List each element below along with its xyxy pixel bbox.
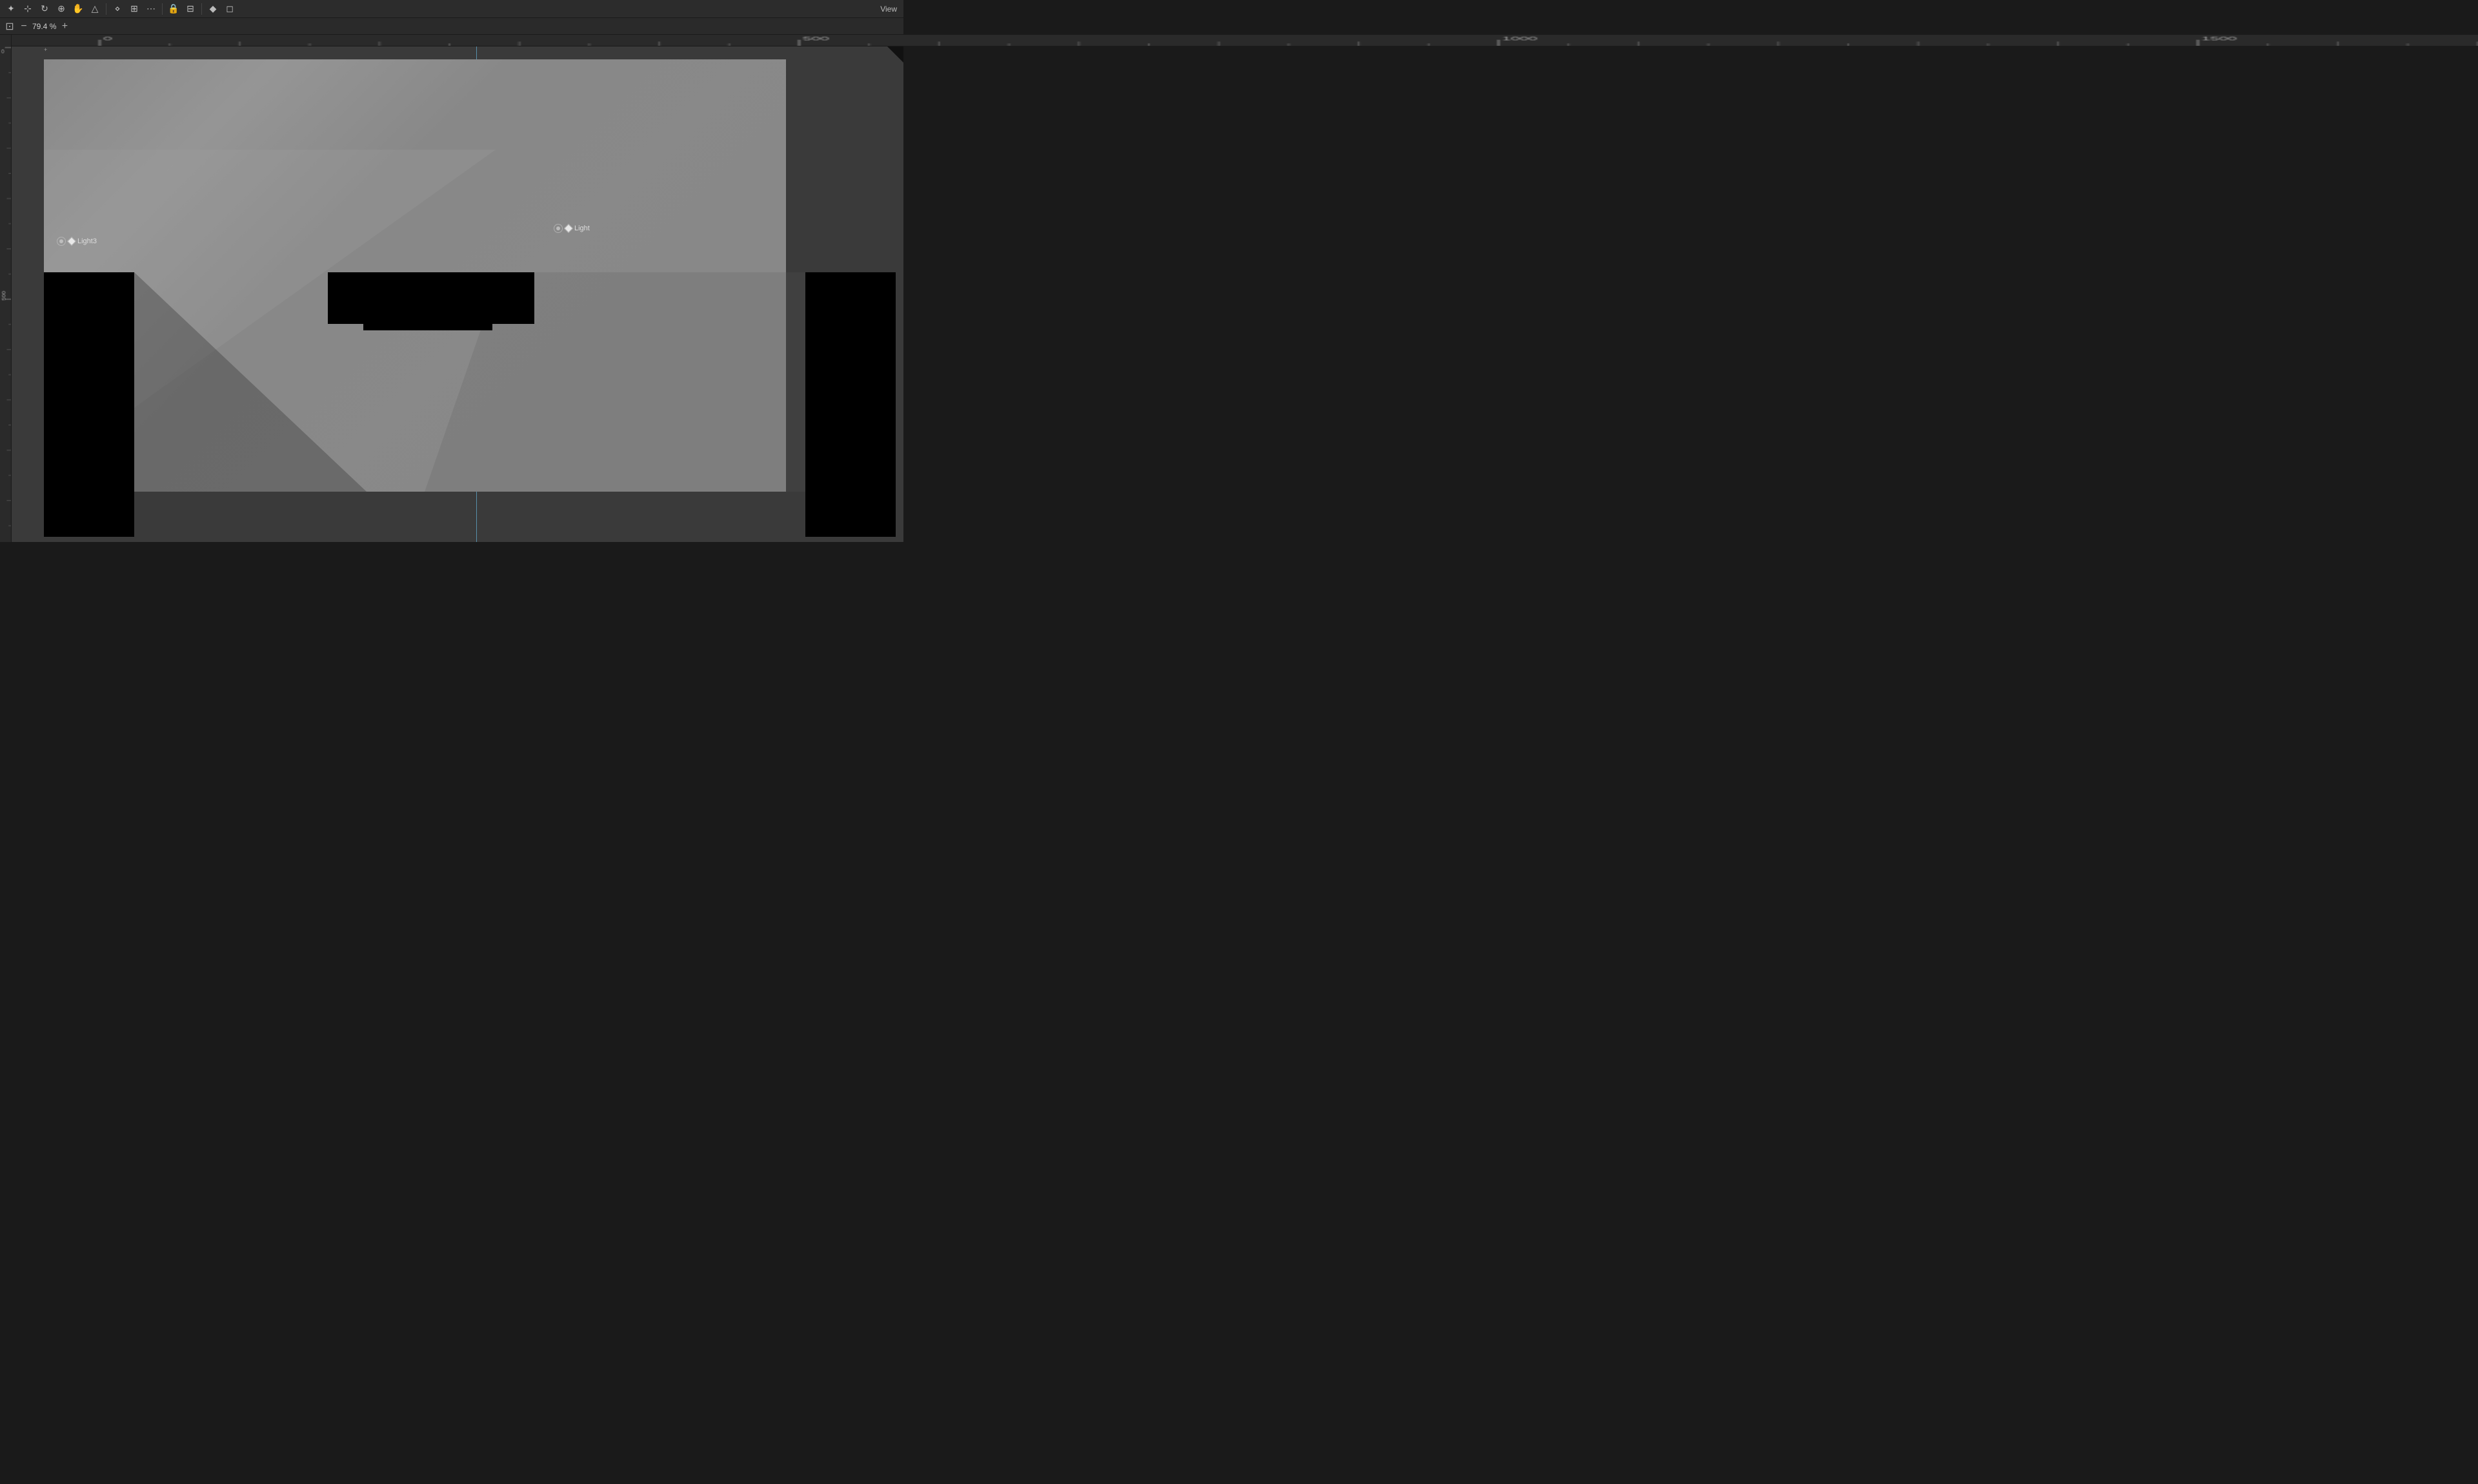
toolbar: ✦ ⊹ ↻ ⊕ ✋ △ ⋄ ⊞ ⋯ 🔒 ⊟ ◆ ◻ View — [0, 0, 903, 18]
lock-btn[interactable]: 🔒 — [166, 2, 181, 16]
light-gizmo-label: Light — [574, 225, 590, 232]
light3-gizmo-circle-inner — [59, 239, 63, 243]
stage-black-right — [805, 272, 896, 537]
zoom-in-btn[interactable]: + — [59, 21, 70, 32]
mask-btn[interactable]: ◻ — [223, 2, 237, 16]
pan-tool-btn[interactable]: ✋ — [71, 2, 85, 16]
light-gizmo-diamond — [564, 224, 573, 233]
edit-points-btn[interactable]: ⋄ — [110, 2, 125, 16]
origin-indicator: + — [44, 46, 47, 53]
canvas-area[interactable]: Light Light3 + — [12, 46, 903, 542]
light-gizmo[interactable]: Light — [554, 224, 590, 233]
transform2-btn[interactable]: ⊟ — [183, 2, 197, 16]
stage-black-left — [44, 272, 134, 537]
select-tool-btn[interactable]: ✦ — [4, 2, 18, 16]
ruler-left-canvas — [0, 35, 11, 542]
more-btn[interactable]: ⋯ — [144, 2, 158, 16]
ruler-top — [12, 35, 2478, 46]
ruler-top-canvas — [12, 35, 2478, 46]
paint-btn[interactable]: ◆ — [206, 2, 220, 16]
toolbar-separator-3 — [201, 3, 202, 15]
zoom-value: 79.4 % — [32, 22, 56, 31]
ruler-left — [0, 35, 12, 542]
light-gizmo-circle — [554, 224, 563, 233]
light-gizmo-circle-inner — [556, 226, 560, 230]
light3-gizmo-label: Light3 — [77, 237, 97, 245]
grid-btn[interactable]: ⊞ — [127, 2, 141, 16]
light3-gizmo-circle — [57, 237, 66, 246]
corner-mark — [871, 46, 903, 79]
zoom-out-btn[interactable]: − — [18, 21, 30, 32]
main-area: Light Light3 + — [0, 35, 903, 542]
light3-gizmo-diamond — [67, 237, 76, 246]
zoom-bar: ⊡ − 79.4 % + — [0, 18, 903, 35]
move-tool-btn[interactable]: ⊕ — [54, 2, 68, 16]
draw-tool-btn[interactable]: △ — [88, 2, 102, 16]
toolbar-separator-2 — [162, 3, 163, 15]
light3-gizmo[interactable]: Light3 — [57, 237, 97, 246]
rotate-tool-btn[interactable]: ↻ — [37, 2, 52, 16]
zoom-fit-btn[interactable]: ⊡ — [4, 21, 15, 32]
transform-tool-btn[interactable]: ⊹ — [21, 2, 35, 16]
view-menu[interactable]: View — [878, 3, 900, 15]
platform-step-shape — [363, 311, 492, 330]
